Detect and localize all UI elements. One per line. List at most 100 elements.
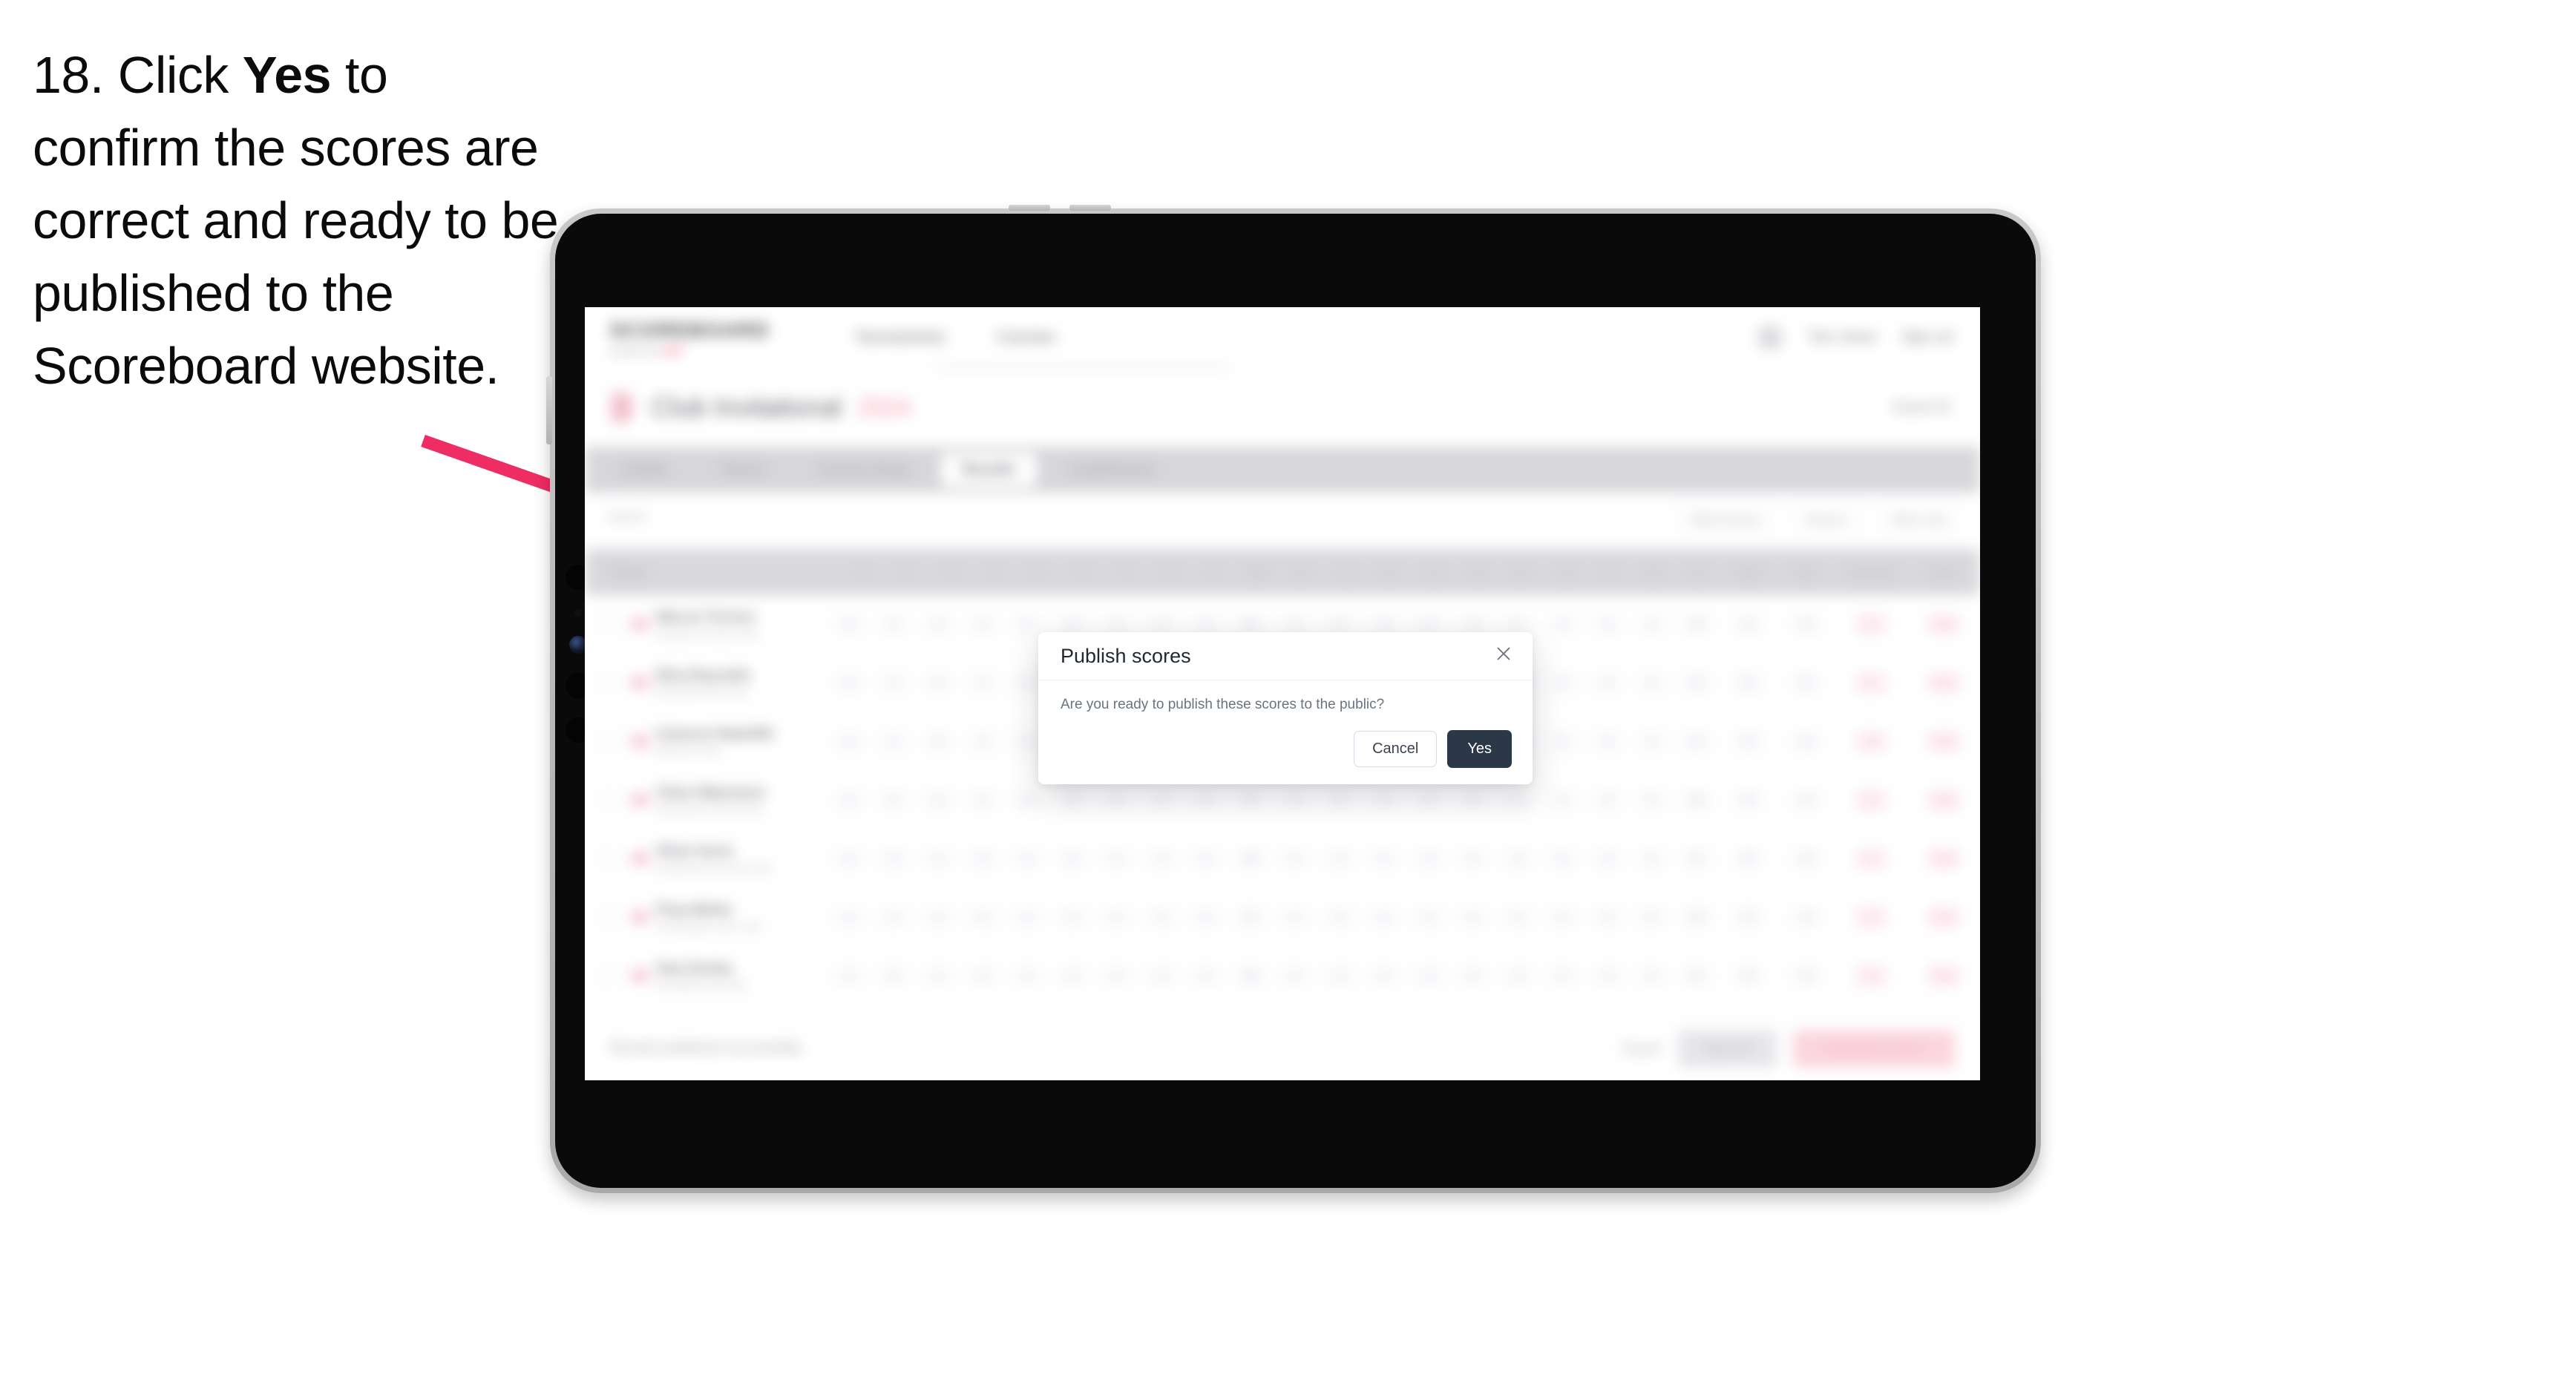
hole-score-cell[interactable]: 4 [916, 613, 960, 635]
hole-subtotal-cell[interactable]: 36 [1674, 613, 1719, 635]
hole-score-cell[interactable]: 5 [871, 965, 916, 987]
hole-score-cell[interactable]: 4 [1585, 789, 1630, 811]
hole-score-cell[interactable]: 5 [827, 847, 871, 870]
hole-score-cell[interactable]: 4 [1139, 847, 1184, 870]
hole-score-cell[interactable]: 4 [1273, 789, 1317, 811]
tab-results[interactable]: Results [941, 453, 1037, 487]
hole-score-cell[interactable]: 4 [1451, 847, 1495, 870]
power-button[interactable] [546, 376, 552, 444]
hole-score-cell[interactable]: 5 [1049, 847, 1094, 870]
hole-subtotal-cell[interactable]: 37 [1674, 730, 1719, 752]
hole-score-cell[interactable]: 3 [1585, 613, 1630, 635]
hole-subtotal-cell[interactable]: 37 [1674, 847, 1719, 870]
hole-score-cell[interactable]: 4 [1406, 847, 1451, 870]
hole-score-cell[interactable]: 4 [960, 965, 1005, 987]
filter-flight-division[interactable]: Flight Division [1674, 505, 1777, 537]
hole-score-cell[interactable]: 4 [1362, 965, 1406, 987]
hole-score-cell[interactable]: 4 [1049, 965, 1094, 987]
hole-score-cell[interactable]: 4 [1630, 847, 1674, 870]
table-row[interactable]: Priya Mehta Harrowgate Links Club 4 4 4 5 4 4 4 3… [585, 888, 1980, 947]
hole-score-cell[interactable]: 5 [960, 906, 1005, 928]
hole-score-cell[interactable]: 4 [1541, 613, 1585, 635]
hole-score-cell[interactable]: 4 [871, 906, 916, 928]
hole-score-cell[interactable]: 3 [1406, 789, 1451, 811]
row-checkbox[interactable] [597, 848, 617, 869]
hole-score-cell[interactable]: 4 [1585, 906, 1630, 928]
hole-score-cell[interactable]: 4 [1005, 906, 1049, 928]
hole-score-cell[interactable]: 4 [1317, 965, 1362, 987]
hole-score-cell[interactable]: 5 [1541, 847, 1585, 870]
hole-subtotal-cell[interactable]: 37 [1228, 789, 1273, 811]
hole-score-cell[interactable]: 4 [1362, 906, 1406, 928]
hole-score-cell[interactable]: 4 [916, 847, 960, 870]
hole-score-cell[interactable]: 4 [1005, 965, 1049, 987]
nav-link-tournaments[interactable]: Tournaments [855, 329, 945, 346]
hole-score-cell[interactable]: 4 [1541, 906, 1585, 928]
close-icon[interactable] [1491, 641, 1516, 666]
hole-score-cell[interactable]: 5 [1630, 906, 1674, 928]
tab-course-setup[interactable]: Course Setup [797, 453, 929, 487]
save-all-button[interactable]: Save All [1677, 1029, 1777, 1068]
hole-score-cell[interactable]: 4 [1630, 671, 1674, 694]
hole-score-cell[interactable]: 4 [1317, 847, 1362, 870]
hole-score-cell[interactable]: 4 [871, 730, 916, 752]
hole-score-cell[interactable]: 4 [1273, 847, 1317, 870]
hole-score-cell[interactable]: 4 [827, 613, 871, 635]
hole-score-cell[interactable]: 4 [960, 789, 1005, 811]
hole-score-cell[interactable]: 4 [827, 965, 871, 987]
hole-score-cell[interactable]: 5 [916, 730, 960, 752]
hole-score-cell[interactable]: 5 [1184, 906, 1228, 928]
tab-leaderboard[interactable]: Leaderboard [1049, 453, 1174, 487]
hole-score-cell[interactable]: 5 [1451, 965, 1495, 987]
hole-score-cell[interactable]: 3 [1585, 965, 1630, 987]
hole-subtotal-cell[interactable]: 37 [1674, 671, 1719, 694]
hole-score-cell[interactable]: 5 [1317, 789, 1362, 811]
hole-score-cell[interactable]: 4 [960, 847, 1005, 870]
sign-out-link[interactable]: Sign out [1901, 329, 1953, 346]
hole-subtotal-cell[interactable]: 38 [1674, 906, 1719, 928]
brand-logo[interactable]: SCOREBOARD powered by Golf [610, 319, 803, 356]
avatar[interactable] [1757, 325, 1783, 350]
hole-score-cell[interactable]: 4 [1139, 789, 1184, 811]
hole-score-cell[interactable]: 4 [827, 906, 871, 928]
hole-score-cell[interactable]: 4 [1495, 965, 1540, 987]
hole-score-cell[interactable]: 4 [1049, 906, 1094, 928]
filter-table-view[interactable]: Table View [1879, 505, 1958, 537]
table-row[interactable]: Sam Dooley Northfield Golf Club 4 5 4 4 4 4 5 4 4 3… [585, 947, 1980, 1005]
hole-score-cell[interactable]: 3 [960, 730, 1005, 752]
hole-score-cell[interactable]: 4 [1451, 906, 1495, 928]
export-link[interactable]: Export [1623, 1041, 1662, 1057]
hole-score-cell[interactable]: 5 [1317, 906, 1362, 928]
hole-score-cell[interactable]: 4 [1095, 906, 1139, 928]
hole-score-cell[interactable]: 3 [1585, 730, 1630, 752]
row-checkbox[interactable] [597, 731, 617, 752]
hole-score-cell[interactable]: 4 [1095, 847, 1139, 870]
hole-score-cell[interactable]: 4 [1630, 965, 1674, 987]
hole-score-cell[interactable]: 4 [1495, 789, 1540, 811]
hole-score-cell[interactable]: 4 [1049, 789, 1094, 811]
hole-score-cell[interactable]: 4 [1362, 789, 1406, 811]
hole-score-cell[interactable]: 4 [1005, 789, 1049, 811]
hole-score-cell[interactable]: 5 [827, 671, 871, 694]
hole-score-cell[interactable]: 4 [1184, 847, 1228, 870]
unpublish-scores-button[interactable]: Unpublish scores [1792, 1029, 1955, 1068]
row-checkbox[interactable] [597, 614, 617, 634]
hole-score-cell[interactable]: 5 [1095, 789, 1139, 811]
row-checkbox[interactable] [597, 907, 617, 927]
hole-score-cell[interactable]: 4 [960, 671, 1005, 694]
hole-subtotal-cell[interactable]: 38 [1228, 965, 1273, 987]
hole-score-cell[interactable]: 5 [1095, 965, 1139, 987]
hole-score-cell[interactable]: 4 [916, 906, 960, 928]
hole-score-cell[interactable]: 4 [1406, 965, 1451, 987]
hole-score-cell[interactable]: 3 [916, 789, 960, 811]
table-row[interactable]: Oliver Hurst Kingsmead Country Club 5 4 4 4 4 5… [585, 830, 1980, 888]
hole-score-cell[interactable]: 4 [871, 671, 916, 694]
hole-score-cell[interactable]: 4 [1585, 847, 1630, 870]
hole-score-cell[interactable]: 5 [1451, 789, 1495, 811]
hole-score-cell[interactable]: 3 [1139, 906, 1184, 928]
hole-subtotal-cell[interactable]: 38 [1674, 789, 1719, 811]
hole-score-cell[interactable]: 4 [1630, 613, 1674, 635]
nav-link-courses[interactable]: Courses [997, 329, 1055, 346]
hole-score-cell[interactable]: 3 [1495, 847, 1540, 870]
tab-details[interactable]: Details [601, 453, 688, 487]
